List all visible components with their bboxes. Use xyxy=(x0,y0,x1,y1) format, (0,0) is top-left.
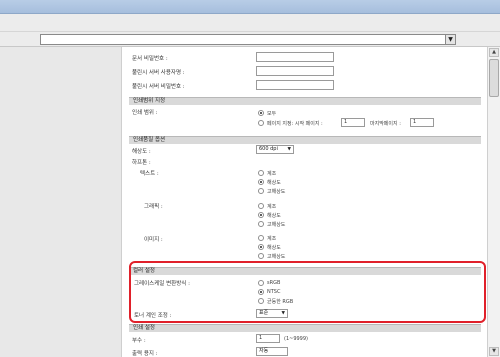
graphics-high-label: 고해상도 xyxy=(267,222,286,228)
copies-label: 부수 : xyxy=(132,338,146,344)
text-high-label: 고해상도 xyxy=(267,189,286,195)
copies-hint: (1~9999) xyxy=(284,336,308,342)
vertical-scrollbar[interactable]: ▲ ▼ xyxy=(487,47,500,357)
chevron-down-icon[interactable]: ▼ xyxy=(445,35,455,44)
graphics-resolution-radio[interactable] xyxy=(258,212,264,218)
title-bar xyxy=(0,0,500,14)
resolution-label: 해상도 : xyxy=(132,149,151,155)
pull-password-label: 풀린시 서버 비밀번호 : xyxy=(132,84,185,90)
text-resolution-label: 해상도 xyxy=(267,180,281,186)
left-panel xyxy=(0,47,122,357)
image-tone-radio[interactable] xyxy=(258,235,264,241)
image-resolution-radio[interactable] xyxy=(258,244,264,250)
text-tone-radio[interactable] xyxy=(258,170,264,176)
range-to-input[interactable]: 1 xyxy=(410,118,434,127)
text-tone-label: 계조 xyxy=(267,171,277,177)
graphics-label: 그래픽 : xyxy=(144,204,163,210)
copies-input[interactable]: 1 xyxy=(256,334,280,343)
resolution-value: 600 dpi xyxy=(259,146,278,152)
text-label: 텍스트 : xyxy=(140,171,159,177)
quality-header: 인쇄품질 옵션 xyxy=(129,136,481,144)
image-tone-label: 계조 xyxy=(267,236,277,242)
doc-password-label: 문서 비밀번호 : xyxy=(132,56,168,62)
pull-password-input[interactable] xyxy=(256,80,334,90)
address-input[interactable]: ▼ xyxy=(40,34,456,45)
text-resolution-radio[interactable] xyxy=(258,179,264,185)
pull-user-label: 풀린시 서버 사용자명 : xyxy=(132,70,185,76)
scroll-up-icon[interactable]: ▲ xyxy=(489,48,499,57)
halftone-label: 하프톤 : xyxy=(132,160,151,166)
image-resolution-label: 해상도 xyxy=(267,245,281,251)
image-label: 이미지 : xyxy=(144,237,163,243)
range-last-label: 마지막페이지 : xyxy=(370,121,401,127)
graphics-high-radio[interactable] xyxy=(258,221,264,227)
image-high-radio[interactable] xyxy=(258,253,264,259)
graphics-tone-label: 계조 xyxy=(267,204,277,210)
output-value: 자동 xyxy=(259,348,269,354)
output-label: 출력 용지 : xyxy=(132,351,158,357)
scroll-down-icon[interactable]: ▼ xyxy=(489,347,499,356)
print-range-header: 인쇄범위 지정 xyxy=(129,97,481,105)
pull-user-input[interactable] xyxy=(256,66,334,76)
print-settings-header: 인쇄 설정 xyxy=(129,324,481,332)
image-high-label: 고해상도 xyxy=(267,254,286,260)
graphics-tone-radio[interactable] xyxy=(258,203,264,209)
color-settings-highlight xyxy=(129,261,486,323)
output-select[interactable]: 자동 xyxy=(256,347,288,356)
range-all-label: 모두 xyxy=(267,111,277,117)
scroll-thumb[interactable] xyxy=(489,59,499,97)
text-high-radio[interactable] xyxy=(258,188,264,194)
graphics-resolution-label: 해상도 xyxy=(267,213,281,219)
range-pages-label: 페이지 지정: 시작 페이지 : xyxy=(267,121,323,127)
chevron-down-icon: ▼ xyxy=(287,147,291,152)
doc-password-input[interactable] xyxy=(256,52,334,62)
range-from-input[interactable]: 1 xyxy=(341,118,365,127)
range-all-radio[interactable] xyxy=(258,110,264,116)
range-pages-radio[interactable] xyxy=(258,120,264,126)
print-range-label: 인쇄 범위 : xyxy=(132,110,158,116)
resolution-select[interactable]: 600 dpi ▼ xyxy=(256,145,294,154)
